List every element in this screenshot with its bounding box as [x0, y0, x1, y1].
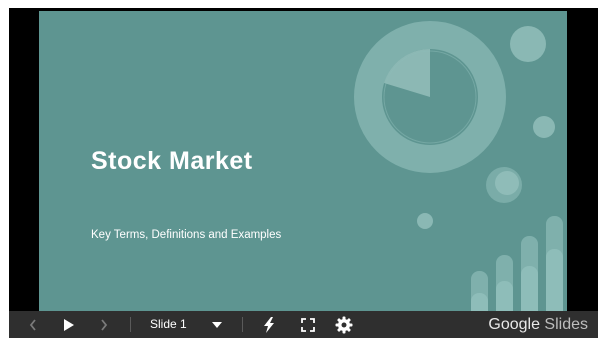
embedded-presentation: Stock Market Key Terms, Definitions and … — [9, 8, 598, 338]
bubble-small — [417, 213, 433, 229]
slide-title: Stock Market — [91, 147, 253, 175]
settings-button[interactable] — [334, 311, 354, 338]
next-slide-button[interactable] — [96, 311, 112, 338]
presentation-toolbar: Slide 1 Google Slides — [9, 311, 598, 338]
toolbar-divider — [242, 317, 243, 332]
slide-selector-dropdown[interactable] — [210, 311, 224, 338]
fullscreen-icon — [301, 317, 315, 332]
play-icon — [64, 318, 74, 331]
chevron-right-icon — [101, 318, 108, 331]
lightning-icon — [264, 316, 274, 333]
donut-chart-graphic — [354, 21, 506, 173]
bubble-medium — [533, 116, 555, 138]
toolbar-divider — [130, 317, 131, 332]
fullscreen-button[interactable] — [299, 311, 317, 338]
chevron-left-icon — [29, 318, 36, 331]
laser-pointer-button[interactable] — [260, 311, 278, 338]
gear-icon — [335, 316, 353, 333]
slide-subtitle: Key Terms, Definitions and Examples — [91, 229, 282, 241]
slide-selector-label[interactable]: Slide 1 — [150, 311, 187, 338]
slide-canvas: Stock Market Key Terms, Definitions and … — [39, 11, 567, 311]
bubble-large — [510, 26, 546, 62]
caret-down-icon — [212, 321, 222, 328]
google-slides-logo[interactable]: Google Slides — [488, 311, 588, 338]
play-button[interactable] — [60, 311, 78, 338]
previous-slide-button[interactable] — [25, 311, 41, 338]
